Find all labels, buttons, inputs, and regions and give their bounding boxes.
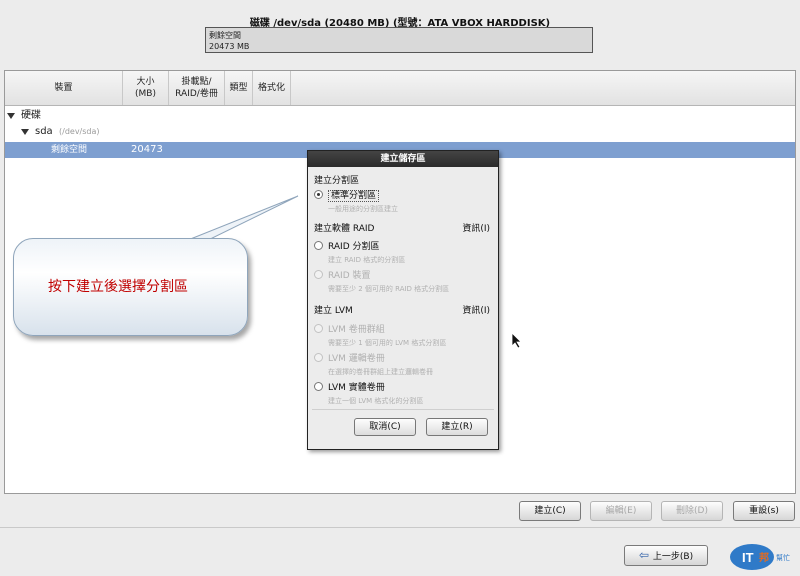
option-lvm-group: LVM 卷冊群組 xyxy=(328,325,385,335)
footer-divider xyxy=(0,527,800,528)
free-space-size: 20473 xyxy=(131,144,163,155)
disk-usage-bar: 剩餘空間 20473 MB xyxy=(205,27,593,53)
section-create-raid: 建立軟體 RAID xyxy=(314,224,375,234)
section-create-partition: 建立分割區 xyxy=(314,176,360,186)
option-lvm-group-desc: 需要至少 1 個可用的 LVM 格式分割區 xyxy=(328,339,447,347)
option-raid-partition-desc: 建立 RAID 格式的分割區 xyxy=(328,256,406,264)
dialog-title: 建立儲存區 xyxy=(308,151,498,167)
reset-button[interactable]: 重設(s) xyxy=(733,501,795,521)
radio-lvm-group xyxy=(314,324,323,333)
header-mount[interactable]: 掛載點/ RAID/卷冊 xyxy=(169,71,225,105)
header-mount-label2: RAID/卷冊 xyxy=(175,89,218,99)
create-storage-dialog: 建立儲存區 建立分割區 標準分割區 一般用途的分割區建立 建立軟體 RAID 資… xyxy=(307,150,499,450)
raid-info-link[interactable]: 資訊(I) xyxy=(462,221,490,234)
arrow-left-icon: ⇦ xyxy=(638,548,649,562)
option-standard-partition-label: 標準分割區 xyxy=(328,190,380,202)
edit-button[interactable]: 編輯(E) xyxy=(590,501,652,521)
itbang-logo-icon: IT 邦 幫忙 xyxy=(730,544,790,570)
header-format-label: 格式化 xyxy=(257,83,285,93)
dialog-divider xyxy=(312,409,494,410)
expander-triangle-icon[interactable] xyxy=(7,113,15,119)
header-size-label: 大小 xyxy=(136,77,155,87)
tree-group-label: 硬碟 xyxy=(21,110,41,121)
svg-text:IT: IT xyxy=(742,550,754,565)
option-raid-device: RAID 裝置 xyxy=(328,271,371,281)
back-button-label: 上一步(B) xyxy=(652,552,694,562)
radio-lvm-logical xyxy=(314,353,323,362)
disk-path: (/dev/sda) xyxy=(59,127,100,136)
radio-raid-partition[interactable] xyxy=(314,241,323,250)
table-header: 裝置 大小 (MB) 掛載點/ RAID/卷冊 類型 格式化 xyxy=(5,71,795,106)
disk-header: 磁碟 /dev/sda (20480 MB) (型號：ATA VBOX HARD… xyxy=(0,0,800,68)
tree-row-sda[interactable]: sda (/dev/sda) xyxy=(5,124,795,140)
create-button[interactable]: 建立(C) xyxy=(519,501,581,521)
tree-row-hard-drives[interactable]: 硬碟 xyxy=(5,108,795,124)
option-raid-device-desc: 需要至少 2 個可用的 RAID 格式分割區 xyxy=(328,285,450,293)
header-device[interactable]: 裝置 xyxy=(5,71,123,105)
header-type[interactable]: 類型 xyxy=(225,71,253,105)
svg-text:邦: 邦 xyxy=(759,551,769,564)
option-lvm-logical: LVM 邏輯卷冊 xyxy=(328,354,385,364)
dialog-cancel-button[interactable]: 取消(C) xyxy=(354,418,416,436)
free-space-label: 剩餘空間 xyxy=(51,145,88,155)
mouse-cursor-icon xyxy=(512,333,522,349)
callout-text: 按下建立後選擇分割區 xyxy=(48,279,188,295)
disk-free-size: 20473 MB xyxy=(209,42,250,51)
header-size-unit: (MB) xyxy=(135,89,156,99)
radio-raid-device xyxy=(314,270,323,279)
dialog-create-button[interactable]: 建立(R) xyxy=(426,418,488,436)
disk-free-label: 剩餘空間 xyxy=(209,31,241,40)
expander-triangle-icon[interactable] xyxy=(21,129,29,135)
option-lvm-logical-desc: 在選擇的卷冊群組上建立邏輯卷冊 xyxy=(328,368,433,376)
option-standard-partition-desc: 一般用途的分割區建立 xyxy=(328,205,398,213)
radio-standard-partition[interactable] xyxy=(314,190,323,199)
svg-text:幫忙: 幫忙 xyxy=(776,553,790,562)
header-format[interactable]: 格式化 xyxy=(253,71,291,105)
option-lvm-physical[interactable]: LVM 實體卷冊 xyxy=(328,380,385,393)
lvm-info-link[interactable]: 資訊(I) xyxy=(462,303,490,316)
header-type-label: 類型 xyxy=(229,83,248,93)
radio-lvm-physical[interactable] xyxy=(314,382,323,391)
header-device-label: 裝置 xyxy=(54,83,73,93)
header-size[interactable]: 大小 (MB) xyxy=(123,71,169,105)
disk-name: sda xyxy=(35,126,53,137)
option-standard-partition[interactable]: 標準分割區 xyxy=(328,188,380,202)
option-lvm-physical-desc: 建立一個 LVM 格式化的分割區 xyxy=(328,397,424,405)
back-button[interactable]: ⇦ 上一步(B) xyxy=(624,545,708,566)
option-raid-partition[interactable]: RAID 分割區 xyxy=(328,239,380,252)
section-create-lvm: 建立 LVM xyxy=(314,306,353,316)
delete-button[interactable]: 刪除(D) xyxy=(661,501,723,521)
header-mount-label: 掛載點/ xyxy=(181,77,212,87)
